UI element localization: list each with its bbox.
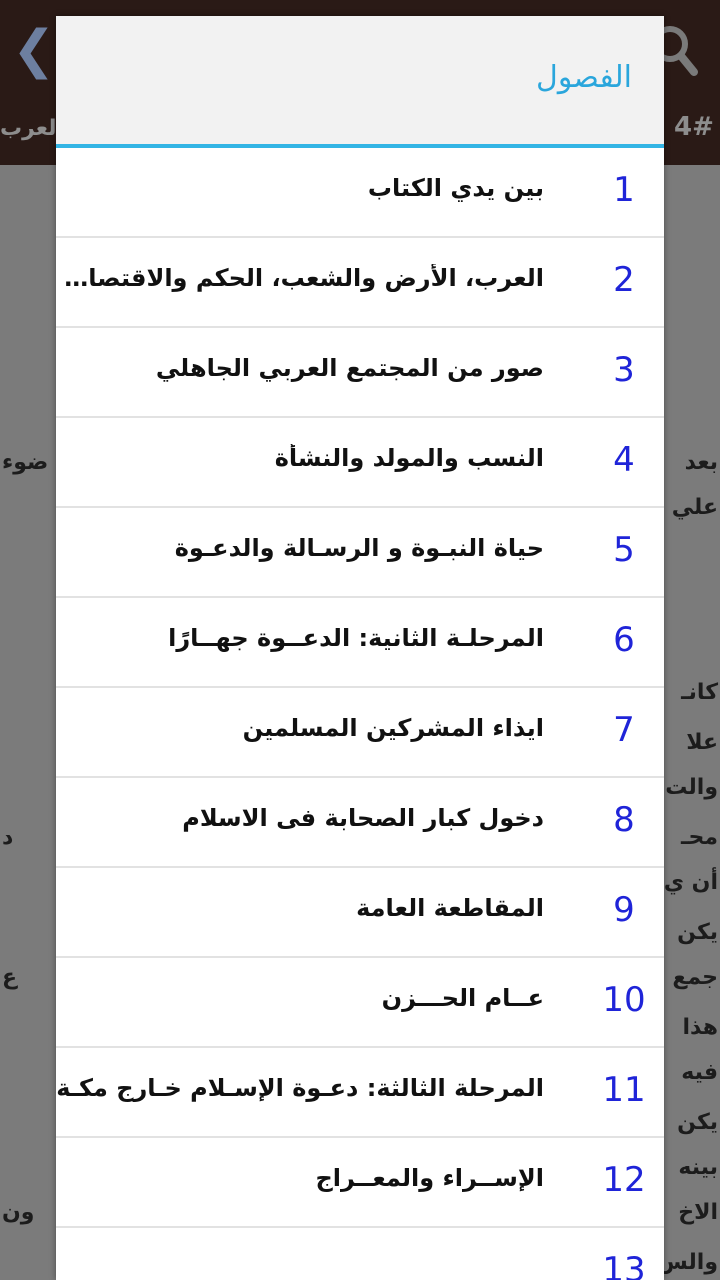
chapter-number: 5 <box>613 530 635 570</box>
chapter-number: 8 <box>613 800 635 840</box>
background-text-fragment: ع <box>2 965 18 990</box>
background-text-fragment: كانـ <box>681 680 718 705</box>
dialog-title: الفصول <box>536 60 632 95</box>
chapter-item[interactable]: 10 عــام الحـــزن <box>56 958 664 1048</box>
chapter-number: 13 <box>602 1250 646 1280</box>
chapters-dialog: الفصول 1 بين يدي الكتاب 2 العرب، الأرض والش… <box>56 16 664 1280</box>
chapter-title: المقاطعة العامة <box>356 894 544 922</box>
chapter-number: 12 <box>602 1160 646 1200</box>
chapter-number: 10 <box>602 980 646 1020</box>
chapter-title: دخول كبار الصحابة فى الاسلام <box>182 804 544 832</box>
chapter-title: الإســراء والمعــراج <box>315 1164 544 1192</box>
chapter-item[interactable]: 7 ايذاء المشركين المسلمين <box>56 688 664 778</box>
chapter-number: 9 <box>613 890 635 930</box>
background-text-fragment: أن ي <box>663 870 718 895</box>
dialog-header: الفصول <box>56 16 664 144</box>
chapter-title: بين يدي الكتاب <box>367 174 544 202</box>
chapter-item[interactable]: 2 العرب، الأرض والشعب، الحكم والاقتصاد، ا… <box>56 238 664 328</box>
chapter-title: العرب، الأرض والشعب، الحكم والاقتصاد، ال… <box>56 264 544 292</box>
background-text-fragment: والت <box>665 775 718 800</box>
chapter-number: 2 <box>613 260 635 300</box>
chapter-title: حياة النبـوة و الرسـالة والدعـوة <box>174 534 544 562</box>
background-text-fragment: علي <box>671 495 718 520</box>
background-chapter-badge: 4# <box>674 112 714 142</box>
background-text-fragment: جمع <box>672 965 718 990</box>
background-text-fragment: هذا <box>682 1015 718 1040</box>
background-text-fragment: محـ <box>681 825 718 850</box>
chapter-item[interactable]: 11 المرحلة الثالثة: دعـوة الإسـلام خـارج … <box>56 1048 664 1138</box>
chapter-title: عــام الحـــزن <box>381 984 544 1012</box>
chapter-item[interactable]: 3 صور من المجتمع العربي الجاهلي <box>56 328 664 418</box>
background-text-fragment: بينه <box>678 1155 718 1180</box>
background-text-fragment: فيه <box>681 1060 718 1085</box>
chapter-item[interactable]: 13 <box>56 1228 664 1280</box>
background-text-fragment: علا <box>686 730 718 755</box>
chapter-item[interactable]: 6 المرحلـة الثانية: الدعــوة جهــارًا <box>56 598 664 688</box>
background-text-fragment: والس <box>657 1250 718 1275</box>
background-title-fragment: العرب <box>0 116 65 141</box>
background-text-fragment: يكن <box>677 920 718 945</box>
chapter-number: 3 <box>613 350 635 390</box>
back-chevron-icon[interactable]: ❮ <box>12 22 56 78</box>
background-text-fragment: ضوء <box>2 450 49 475</box>
chapter-item[interactable]: 8 دخول كبار الصحابة فى الاسلام <box>56 778 664 868</box>
background-text-fragment: ون <box>2 1200 35 1225</box>
chapter-number: 11 <box>602 1070 646 1110</box>
chapter-item[interactable]: 4 النسب والمولد والنشأة <box>56 418 664 508</box>
chapter-number: 1 <box>613 170 635 210</box>
chapter-number: 4 <box>613 440 635 480</box>
chapter-title: النسب والمولد والنشأة <box>274 444 544 472</box>
chapter-title: صور من المجتمع العربي الجاهلي <box>155 354 544 382</box>
chapter-item[interactable]: 12 الإســراء والمعــراج <box>56 1138 664 1228</box>
chapter-title: المرحلـة الثانية: الدعــوة جهــارًا <box>168 624 544 652</box>
chapter-title: المرحلة الثالثة: دعـوة الإسـلام خـارج مك… <box>56 1074 544 1102</box>
chapter-list: 1 بين يدي الكتاب 2 العرب، الأرض والشعب، الح… <box>56 148 664 1280</box>
chapter-item[interactable]: 1 بين يدي الكتاب <box>56 148 664 238</box>
background-text-fragment: يكن <box>677 1110 718 1135</box>
chapter-item[interactable]: 5 حياة النبـوة و الرسـالة والدعـوة <box>56 508 664 598</box>
chapter-item[interactable]: 9 المقاطعة العامة <box>56 868 664 958</box>
background-text-fragment: بعد <box>684 450 718 475</box>
chapter-title: ايذاء المشركين المسلمين <box>242 714 544 742</box>
chapter-number: 7 <box>613 710 635 750</box>
background-text-fragment: الاخ <box>678 1200 718 1225</box>
chapter-number: 6 <box>613 620 635 660</box>
background-text-fragment: د <box>2 825 14 850</box>
